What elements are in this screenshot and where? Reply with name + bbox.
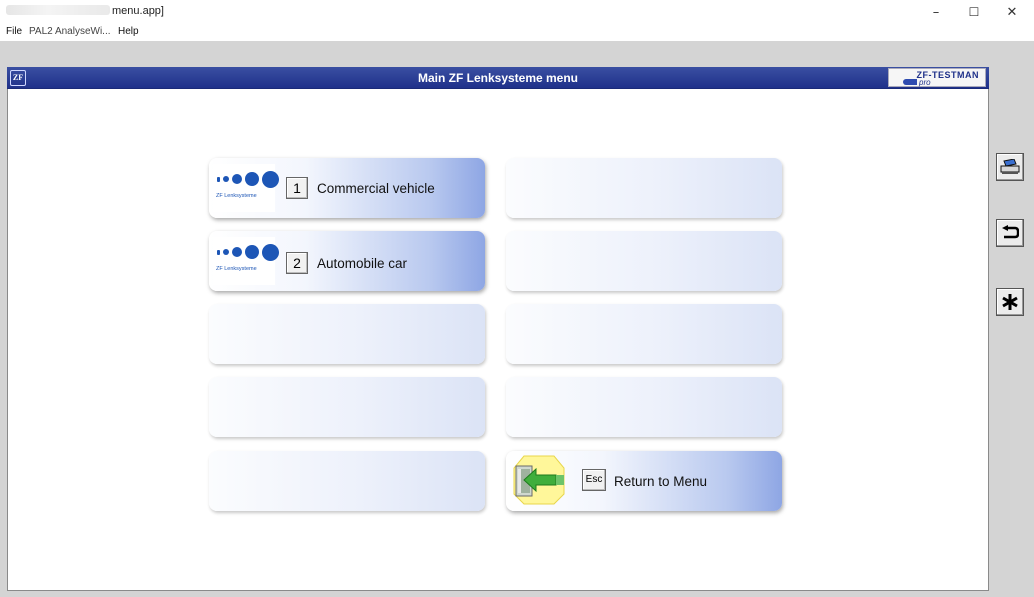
zf-lenksysteme-logo: ZF Lenksysteme [213, 237, 279, 285]
tile-label: Return to Menu [614, 474, 708, 489]
main-menu-panel [7, 67, 989, 591]
menu-tile-commercial-vehicle[interactable]: ZF Lenksysteme 1 Commercial vehicle [209, 158, 485, 218]
menu-tile-empty [506, 158, 782, 218]
esc-key-button[interactable]: Esc [582, 469, 606, 491]
menubar: File PAL2 AnalyseWi... Help [0, 24, 1034, 41]
print-button[interactable] [996, 153, 1024, 181]
zf-lenksysteme-logo: ZF Lenksysteme [213, 164, 279, 212]
testman-brand-bottom: pro [919, 78, 931, 87]
return-button[interactable] [996, 219, 1024, 247]
menu-file[interactable]: File [6, 26, 22, 37]
menu-tile-empty [209, 304, 485, 364]
minimize-button[interactable]: – [918, 0, 954, 24]
zf-dots-icon [217, 243, 279, 261]
menu-tile-empty [506, 304, 782, 364]
menu-tile-return-to-menu[interactable]: Esc Return to Menu [506, 451, 782, 511]
menu-pal2[interactable]: PAL2 AnalyseWi... [29, 26, 111, 37]
maximize-button[interactable]: ☐ [956, 0, 992, 24]
tile-label: Automobile car [317, 256, 408, 271]
asterisk-button[interactable] [996, 288, 1024, 316]
window-titlebar: menu.app] – ☐ ✕ [0, 0, 1034, 24]
tile-label: Commercial vehicle [317, 181, 435, 196]
asterisk-icon [1002, 294, 1018, 310]
menu-tile-empty [209, 377, 485, 437]
window-title: menu.app] [6, 5, 164, 17]
menu-tile-empty [506, 231, 782, 291]
menu-tile-empty [209, 451, 485, 511]
window-title-redacted [6, 5, 110, 15]
page-title: Main ZF Lenksysteme menu [417, 71, 579, 85]
window-title-text: menu.app] [112, 5, 164, 17]
menu-tile-empty [506, 377, 782, 437]
testman-swoosh-icon [903, 79, 917, 85]
zf-testman-logo: ZF-TESTMAN pro [888, 68, 986, 87]
logo-text: ZF Lenksysteme [216, 193, 257, 199]
main-menu-header: ZF Main ZF Lenksysteme menu ZF-TESTMAN p… [7, 67, 989, 89]
close-button[interactable]: ✕ [994, 0, 1030, 24]
logo-text: ZF Lenksysteme [216, 266, 257, 272]
zf-dots-icon [217, 170, 279, 188]
printer-icon [1000, 159, 1020, 174]
menu-tile-automobile-car[interactable]: ZF Lenksysteme 2 Automobile car [209, 231, 485, 291]
exit-door-icon [513, 455, 565, 505]
key-1-button[interactable]: 1 [286, 177, 308, 199]
return-arrow-icon [1002, 225, 1019, 239]
key-2-button[interactable]: 2 [286, 252, 308, 274]
menu-help[interactable]: Help [118, 26, 139, 37]
